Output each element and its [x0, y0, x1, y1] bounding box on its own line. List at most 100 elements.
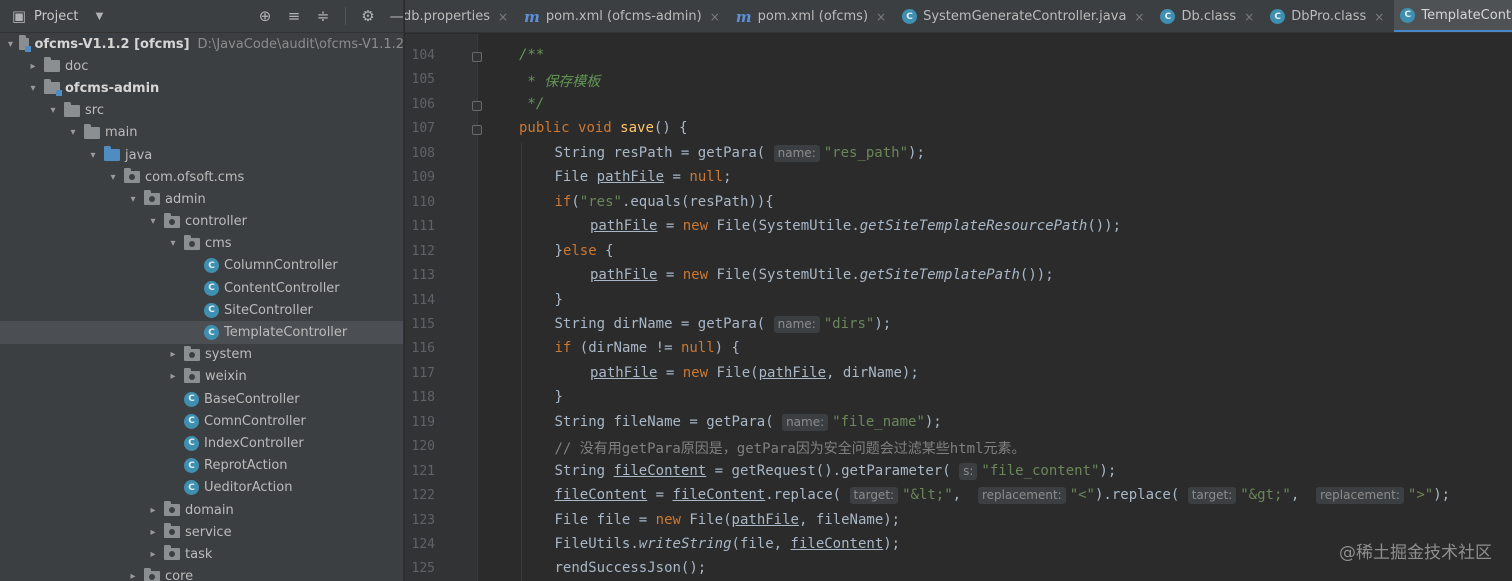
code-line[interactable]: pathFile = new File(pathFile, dirName);	[590, 365, 919, 381]
code-line[interactable]: */	[519, 96, 544, 112]
code-line[interactable]: /**	[519, 47, 544, 63]
tree-item-service[interactable]: ▸ service	[0, 521, 403, 543]
line-number: 118	[411, 390, 435, 406]
chevron-down-icon[interactable]: ▾	[6, 39, 15, 50]
tree-item-basecontroller[interactable]: ▸CBaseController	[0, 388, 403, 410]
editor-tab-db-properties[interactable]: db.properties ×	[405, 0, 518, 32]
code-line[interactable]: pathFile = new File(SystemUtile.getSiteT…	[590, 218, 1121, 234]
tree-item-ofcms-admin[interactable]: ▾ ofcms-admin	[0, 77, 403, 99]
line-number: 106	[411, 96, 435, 112]
line-number: 125	[411, 561, 435, 577]
code-token: String resPath = getPara(	[554, 144, 774, 161]
chevron-right-icon[interactable]: ▸	[26, 61, 40, 72]
tree-item-main[interactable]: ▾ main	[0, 122, 403, 144]
chevron-down-icon[interactable]: ▾	[146, 216, 160, 227]
chevron-right-icon[interactable]: ▸	[126, 571, 140, 581]
editor-tab-db-class[interactable]: C Db.class ×	[1154, 0, 1264, 32]
tree-item-contentcontroller[interactable]: ▸CContentController	[0, 277, 403, 299]
code-line[interactable]: rendSuccessJson();	[555, 560, 707, 576]
fold-marker-icon[interactable]	[472, 125, 482, 136]
close-icon[interactable]: ×	[876, 10, 886, 24]
code-token: =	[664, 169, 690, 186]
chevron-right-icon[interactable]: ▸	[146, 549, 160, 560]
chevron-right-icon[interactable]: ▸	[146, 505, 160, 516]
gear-icon[interactable]: ⚙	[359, 7, 377, 25]
code-line[interactable]: if (dirName != null) {	[555, 340, 740, 356]
expand-all-icon[interactable]: ≡	[285, 7, 303, 25]
code-line[interactable]: }else {	[555, 243, 614, 259]
tree-item-controller[interactable]: ▾ controller	[0, 211, 403, 233]
tree-item-ueditoraction[interactable]: ▸CUeditorAction	[0, 477, 403, 499]
tree-item-doc[interactable]: ▸ doc	[0, 55, 403, 77]
line-number-gutter[interactable]: 104 105 106 107 108 109 110 111 112 113 114 115 116 1…	[405, 34, 482, 581]
code-line[interactable]: String fileName = getPara( name: "file_na…	[555, 413, 942, 431]
code-line[interactable]: }	[555, 292, 563, 308]
tree-item-core[interactable]: ▸ core	[0, 566, 403, 581]
project-tree[interactable]: ▾ ofcms-V1.1.2 [ofcms] D:\JavaCode\audit\o…	[0, 33, 403, 581]
code-token: rendSuccessJson();	[554, 560, 707, 577]
fold-marker-icon[interactable]	[472, 100, 482, 111]
code-line[interactable]: File pathFile = null;	[555, 169, 732, 185]
tree-item-src[interactable]: ▾ src	[0, 100, 403, 122]
chevron-down-icon[interactable]: ▾	[166, 238, 180, 249]
tree-item-sitecontroller[interactable]: ▸CSiteController	[0, 299, 403, 321]
close-icon[interactable]: ×	[498, 10, 508, 24]
chevron-right-icon[interactable]: ▸	[166, 349, 180, 360]
locate-target-icon[interactable]: ⊕	[256, 7, 274, 25]
close-icon[interactable]: ×	[710, 10, 720, 24]
chevron-down-icon[interactable]: ▾	[126, 194, 140, 205]
tree-item-ofcms-v1-1-2-ofcms[interactable]: ▾ ofcms-V1.1.2 [ofcms] D:\JavaCode\audit\o…	[0, 33, 403, 55]
code-line[interactable]: public void save() {	[519, 120, 688, 136]
code-token: String dirName = getPara(	[554, 315, 774, 332]
code-line[interactable]: * 保存模板	[519, 71, 600, 91]
code-line[interactable]: }	[555, 389, 563, 405]
close-icon[interactable]: ×	[1244, 10, 1254, 24]
code-line[interactable]: // 没有用getPara原因是，getPara因为安全问题会过滤某些html元…	[555, 438, 1026, 458]
code-line[interactable]: String dirName = getPara( name: "dirs");	[554, 315, 891, 333]
code-line[interactable]: String resPath = getPara( name: "res_path…	[554, 144, 925, 162]
code-line[interactable]: File file = new File(pathFile, fileName)…	[555, 512, 901, 528]
tree-item-columncontroller[interactable]: ▸CColumnController	[0, 255, 403, 277]
line-number: 108	[411, 145, 435, 161]
code-editor[interactable]: 104 105 106 107 108 109 110 111 112 113 114 115 116 1…	[405, 34, 1512, 581]
hide-panel-icon[interactable]: —	[388, 7, 404, 25]
code-line[interactable]: String fileContent = getRequest().getPar…	[555, 462, 1116, 480]
tree-item-com-ofsoft-cms[interactable]: ▾ com.ofsoft.cms	[0, 166, 403, 188]
tree-item-templatecontroller[interactable]: ▸CTemplateController	[0, 321, 403, 344]
editor-tab-systemgeneratecontroller-java[interactable]: C SystemGenerateController.java ×	[896, 0, 1154, 32]
chevron-down-icon[interactable]: ▾	[86, 150, 100, 161]
tree-item-label: doc	[65, 58, 89, 74]
tree-item-indexcontroller[interactable]: ▸CIndexController	[0, 432, 403, 454]
code-line[interactable]: fileContent = fileContent.replace( targe…	[555, 487, 1450, 505]
chevron-right-icon[interactable]: ▸	[146, 527, 160, 538]
chevron-right-icon[interactable]: ▸	[166, 371, 180, 382]
chevron-down-icon[interactable]: ▼	[90, 7, 108, 25]
tree-item-reprotaction[interactable]: ▸CReprotAction	[0, 455, 403, 477]
chevron-down-icon[interactable]: ▾	[46, 105, 60, 116]
code-line[interactable]: FileUtils.writeString(file, fileContent)…	[555, 536, 901, 552]
editor-tab-templatecontroller-java[interactable]: C TemplateController.java	[1394, 0, 1512, 32]
code-line[interactable]: pathFile = new File(SystemUtile.getSiteT…	[590, 267, 1054, 283]
tree-item-task[interactable]: ▸ task	[0, 543, 403, 565]
fold-marker-icon[interactable]	[472, 52, 482, 62]
close-icon[interactable]: ×	[1374, 10, 1384, 24]
close-icon[interactable]: ×	[1134, 10, 1144, 24]
tree-item-admin[interactable]: ▾ admin	[0, 188, 403, 210]
tree-item-cms[interactable]: ▾ cms	[0, 233, 403, 255]
chevron-down-icon[interactable]: ▾	[26, 83, 40, 94]
tree-item-comncontroller[interactable]: ▸CComnController	[0, 410, 403, 432]
editor-tab-pom-xml-ofcms-admin[interactable]: m pom.xml (ofcms-admin) ×	[518, 0, 730, 32]
tree-item-java[interactable]: ▾ java	[0, 144, 403, 166]
chevron-down-icon[interactable]: ▾	[106, 172, 120, 183]
editor-tab-pom-xml-ofcms[interactable]: m pom.xml (ofcms) ×	[730, 0, 896, 32]
project-view-icon[interactable]: ▣	[10, 7, 28, 25]
collapse-all-icon[interactable]: ≑	[314, 7, 332, 25]
code-line[interactable]: if("res".equals(resPath)){	[555, 194, 774, 210]
project-title[interactable]: Project	[34, 9, 78, 24]
tree-item-domain[interactable]: ▸ domain	[0, 499, 403, 521]
chevron-down-icon[interactable]: ▾	[66, 127, 80, 138]
tree-item-weixin[interactable]: ▸ weixin	[0, 366, 403, 388]
package-icon	[144, 567, 160, 581]
editor-tab-dbpro-class[interactable]: C DbPro.class ×	[1264, 0, 1394, 32]
tree-item-system[interactable]: ▸ system	[0, 344, 403, 366]
